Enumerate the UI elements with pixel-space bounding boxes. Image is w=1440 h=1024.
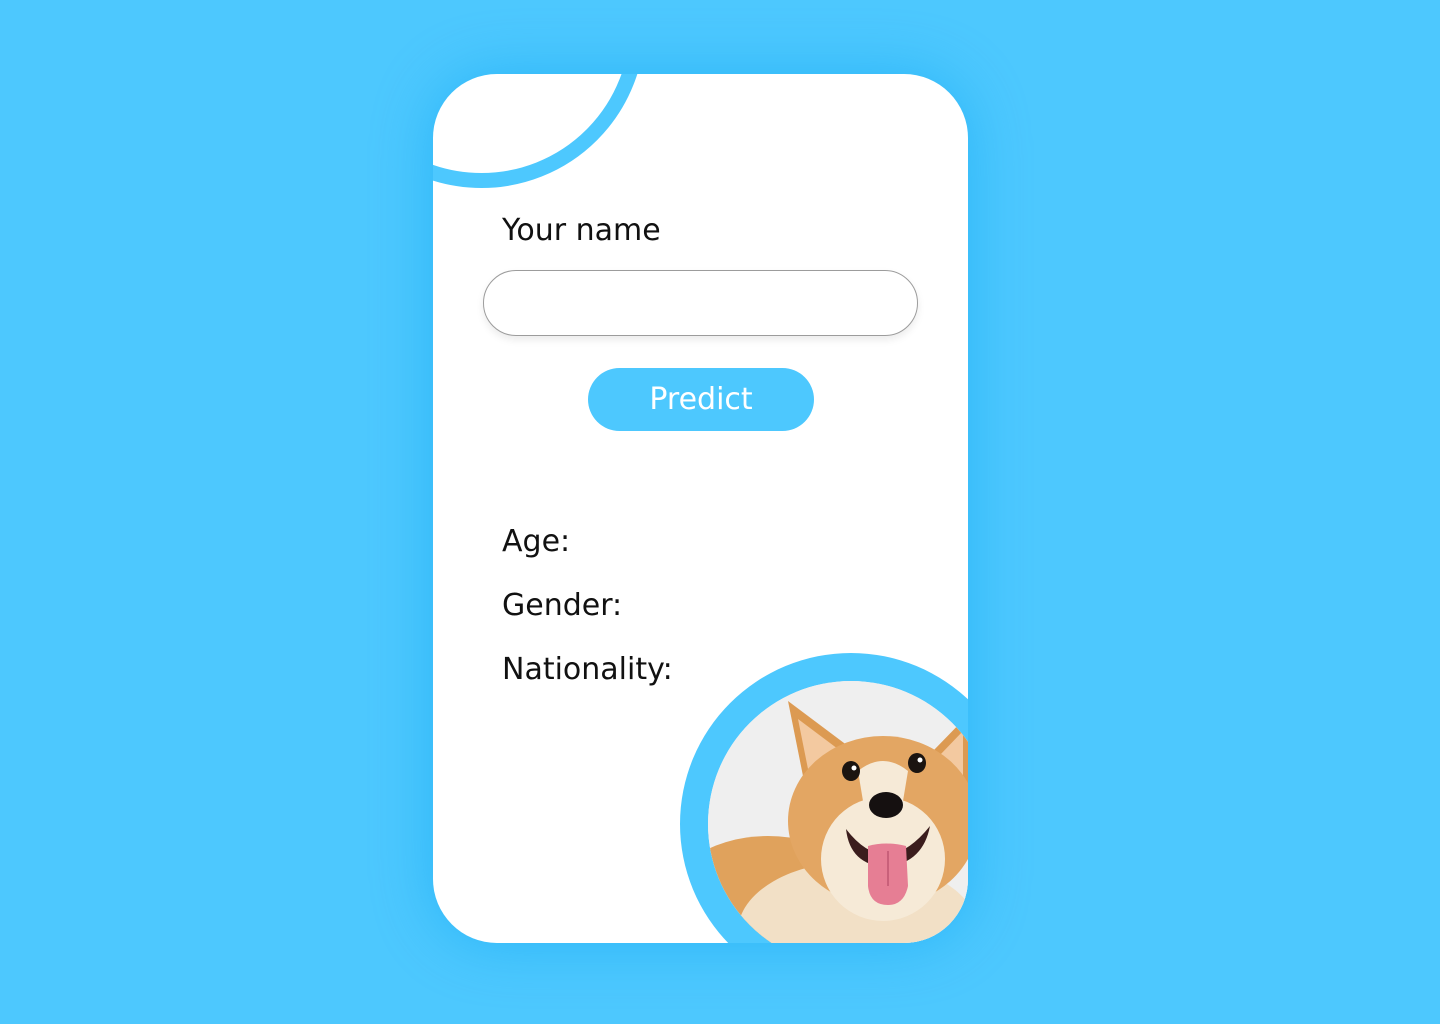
corgi-dog-photo xyxy=(708,681,968,943)
gender-label: Gender: xyxy=(502,588,623,623)
nationality-label: Nationality: xyxy=(502,652,673,687)
predict-button[interactable]: Predict xyxy=(588,368,814,431)
dog-illustration xyxy=(708,681,968,943)
name-input[interactable] xyxy=(483,270,918,336)
predictor-card: Your name Predict Age: Gender: Nationali… xyxy=(433,74,968,943)
age-label: Age: xyxy=(502,524,571,559)
photo-frame-ring xyxy=(680,653,968,943)
decorative-corner-ring xyxy=(433,74,645,188)
name-label: Your name xyxy=(502,213,661,248)
